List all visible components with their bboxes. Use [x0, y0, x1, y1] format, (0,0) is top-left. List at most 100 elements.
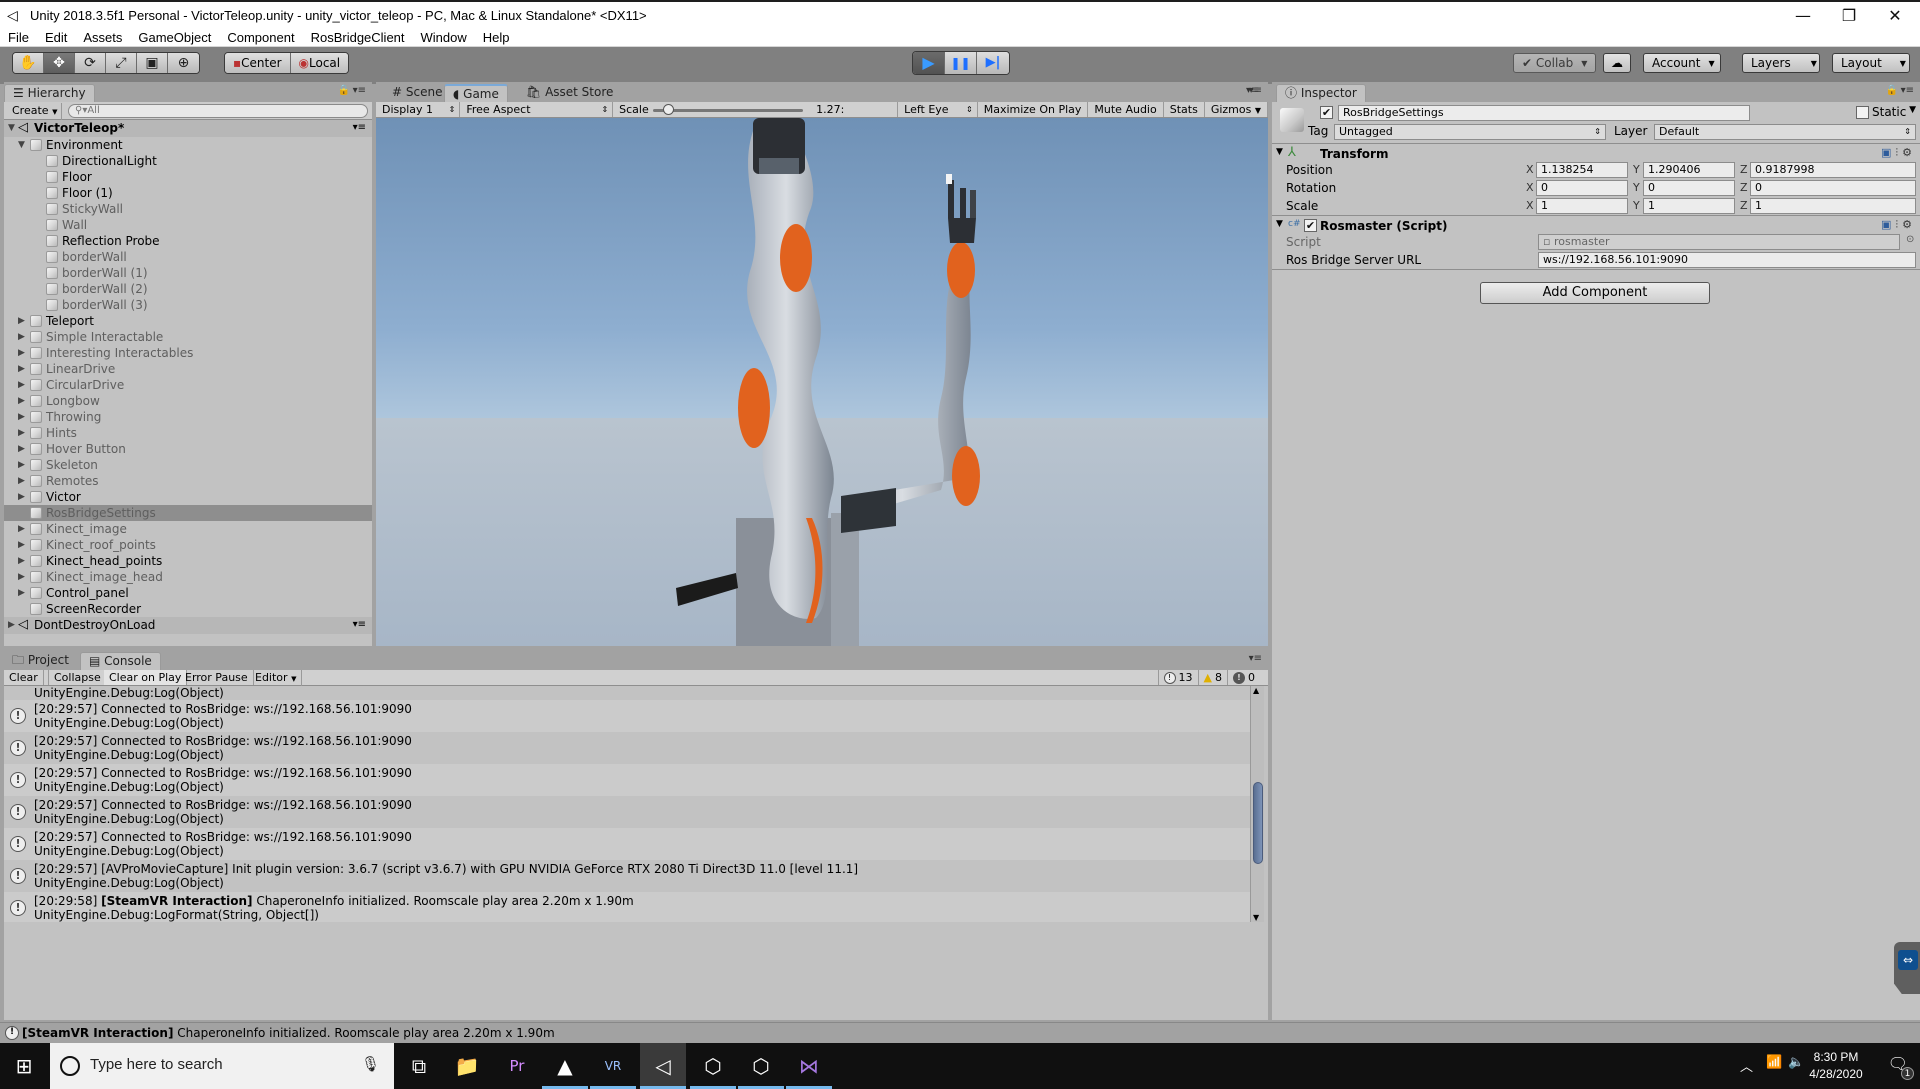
- hierarchy-item[interactable]: borderWall (3): [4, 297, 372, 313]
- menu-edit[interactable]: Edit: [37, 28, 75, 45]
- start-button[interactable]: ⊞: [0, 1043, 48, 1089]
- scale-slider[interactable]: [653, 109, 804, 112]
- expand-arrow-icon[interactable]: ▶: [18, 345, 25, 361]
- hierarchy-item[interactable]: ▶ Simple Interactable: [4, 329, 372, 345]
- gameobject-cube-icon[interactable]: [1280, 108, 1304, 132]
- status-bar[interactable]: ! [SteamVR Interaction] ChaperoneInfo in…: [0, 1022, 1920, 1043]
- help-book-icon[interactable]: ▣: [1881, 218, 1895, 231]
- menu-help[interactable]: Help: [475, 28, 518, 45]
- scene-row[interactable]: ▼ ◁ VictorTeleop* ▾≡: [4, 120, 372, 137]
- taskbar-app-steamvr[interactable]: VR: [590, 1043, 636, 1089]
- scale-x-input[interactable]: 1: [1536, 198, 1628, 214]
- hierarchy-item[interactable]: DirectionalLight: [4, 153, 372, 169]
- hierarchy-item[interactable]: borderWall (2): [4, 281, 372, 297]
- scale-tool-icon[interactable]: ⤢: [106, 53, 137, 73]
- log-entry[interactable]: ! [20:29:57] Connected to RosBridge: ws:/…: [4, 764, 1250, 796]
- error-count-toggle[interactable]: ! 0: [1227, 670, 1260, 685]
- help-book-icon[interactable]: ▣: [1881, 146, 1895, 159]
- log-entry[interactable]: ! [20:29:58] [SteamVR Interaction] Chaper…: [4, 892, 1250, 922]
- hierarchy-item[interactable]: ▶ Skeleton: [4, 457, 372, 473]
- expand-arrow-icon[interactable]: ▶: [18, 585, 25, 601]
- stats-toggle[interactable]: Stats: [1164, 102, 1205, 117]
- hierarchy-item[interactable]: borderWall: [4, 249, 372, 265]
- panel-menu-icon[interactable]: ▾≡: [353, 85, 366, 96]
- menu-file[interactable]: File: [0, 28, 37, 45]
- hierarchy-item[interactable]: ▶ LinearDrive: [4, 361, 372, 377]
- hierarchy-item[interactable]: ▶ Kinect_image_head: [4, 569, 372, 585]
- tab-console[interactable]: ▤ Console: [80, 652, 161, 670]
- layout-dropdown[interactable]: Layout ▼: [1832, 53, 1910, 73]
- taskbar-app-premiere-pro[interactable]: Pr: [494, 1043, 540, 1089]
- gizmos-toggle[interactable]: Gizmos ▼: [1205, 102, 1268, 117]
- account-dropdown[interactable]: Account ▼: [1643, 53, 1721, 73]
- panel-menu-icon[interactable]: ▾≡: [1246, 85, 1259, 96]
- taskbar-app-arduino-like-app[interactable]: ▲: [542, 1043, 588, 1089]
- move-tool-icon[interactable]: ✥: [44, 53, 75, 73]
- collab-button[interactable]: ✔ Collab ▼: [1513, 53, 1597, 73]
- menu-component[interactable]: Component: [219, 28, 302, 45]
- taskbar-app-task-view[interactable]: ⧉: [396, 1043, 442, 1089]
- hierarchy-item[interactable]: ▶ CircularDrive: [4, 377, 372, 393]
- static-checkbox[interactable]: [1856, 106, 1869, 119]
- log-entry[interactable]: ! [20:29:57] Connected to RosBridge: ws:/…: [4, 796, 1250, 828]
- editor-dropdown[interactable]: Editor ▼: [250, 670, 303, 687]
- gear-icon[interactable]: ⚙: [1902, 146, 1916, 159]
- scale-z-input[interactable]: 1: [1750, 198, 1916, 214]
- hierarchy-item[interactable]: ScreenRecorder: [4, 601, 372, 617]
- hierarchy-item[interactable]: RosBridgeSettings: [4, 505, 372, 521]
- expand-arrow-icon[interactable]: ▶: [18, 553, 25, 569]
- collapse-arrow-icon[interactable]: ▼: [18, 137, 25, 153]
- position-x-input[interactable]: 1.138254: [1536, 162, 1628, 178]
- clock[interactable]: 8:30 PM 4/28/2020: [1796, 1049, 1876, 1083]
- expand-arrow-icon[interactable]: ▶: [18, 313, 25, 329]
- rotation-x-input[interactable]: 0: [1536, 180, 1628, 196]
- scene-menu-icon[interactable]: ▾≡: [353, 617, 366, 633]
- mute-audio-toggle[interactable]: Mute Audio: [1088, 102, 1164, 117]
- scroll-up-icon[interactable]: ▲: [1253, 686, 1259, 695]
- pause-button[interactable]: ❚❚: [945, 52, 977, 74]
- expand-arrow-icon[interactable]: ▶: [18, 489, 25, 505]
- restore-button[interactable]: ❐: [1826, 4, 1872, 28]
- scale-slider-thumb[interactable]: [663, 104, 675, 115]
- menu-rosbridgeclient[interactable]: RosBridgeClient: [303, 28, 413, 45]
- error-pause-button[interactable]: Error Pause: [180, 670, 254, 685]
- expand-arrow-icon[interactable]: ▶: [18, 521, 25, 537]
- log-entry[interactable]: ! [20:29:57] Connected to RosBridge: ws:/…: [4, 828, 1250, 860]
- expand-arrow-icon[interactable]: ▶: [18, 361, 25, 377]
- rect-tool-icon[interactable]: ▣: [137, 53, 168, 73]
- hierarchy-item[interactable]: ▶ Throwing: [4, 409, 372, 425]
- taskbar-app-unity[interactable]: ◁: [640, 1043, 686, 1089]
- pivot-local-button[interactable]: ◉Local: [290, 53, 349, 73]
- lock-icon[interactable]: 🔒: [338, 85, 350, 96]
- hierarchy-item[interactable]: ▶ Kinect_head_points: [4, 553, 372, 569]
- taskbar-app-file-explorer[interactable]: 📁: [444, 1043, 490, 1089]
- expand-arrow-icon[interactable]: ▶: [18, 393, 25, 409]
- expand-arrow-icon[interactable]: ▶: [18, 569, 25, 585]
- hierarchy-item[interactable]: ▼ Environment: [4, 137, 372, 153]
- create-dropdown[interactable]: Create ▼: [8, 103, 63, 120]
- object-picker-icon[interactable]: ⊙: [1906, 234, 1914, 245]
- warning-count-toggle[interactable]: ▲ 8: [1197, 670, 1227, 685]
- cloud-button[interactable]: ☁: [1603, 53, 1631, 73]
- expand-arrow-icon[interactable]: ▶: [18, 409, 25, 425]
- menu-gameobject[interactable]: GameObject: [130, 28, 219, 45]
- clear-button[interactable]: Clear: [4, 670, 44, 685]
- tab-asset-store[interactable]: 🛍 Asset Store: [518, 84, 621, 102]
- transform-tool-icon[interactable]: ⊕: [168, 53, 199, 73]
- expand-arrow-icon[interactable]: ▶: [18, 377, 25, 393]
- object-name-input[interactable]: RosBridgeSettings: [1338, 105, 1750, 121]
- eye-dropdown[interactable]: Left Eye ⇕: [897, 102, 978, 117]
- hierarchy-item[interactable]: StickyWall: [4, 201, 372, 217]
- taskbar-app-visual-studio[interactable]: ⋈: [786, 1043, 832, 1089]
- clear-on-play-button[interactable]: Clear on Play: [104, 670, 188, 685]
- tab-project[interactable]: 🗀 Project: [4, 652, 77, 670]
- hierarchy-item[interactable]: ▶ Kinect_roof_points: [4, 537, 372, 553]
- expand-arrow-icon[interactable]: ▼: [8, 120, 15, 136]
- hierarchy-item[interactable]: ▶ Control_panel: [4, 585, 372, 601]
- game-viewport[interactable]: [376, 118, 1268, 646]
- expand-arrow-icon[interactable]: ▶: [18, 329, 25, 345]
- expand-arrow-icon[interactable]: ▶: [18, 441, 25, 457]
- minimize-button[interactable]: —: [1780, 4, 1826, 28]
- layer-dropdown[interactable]: Default ⇕: [1654, 124, 1916, 140]
- hierarchy-item[interactable]: Reflection Probe: [4, 233, 372, 249]
